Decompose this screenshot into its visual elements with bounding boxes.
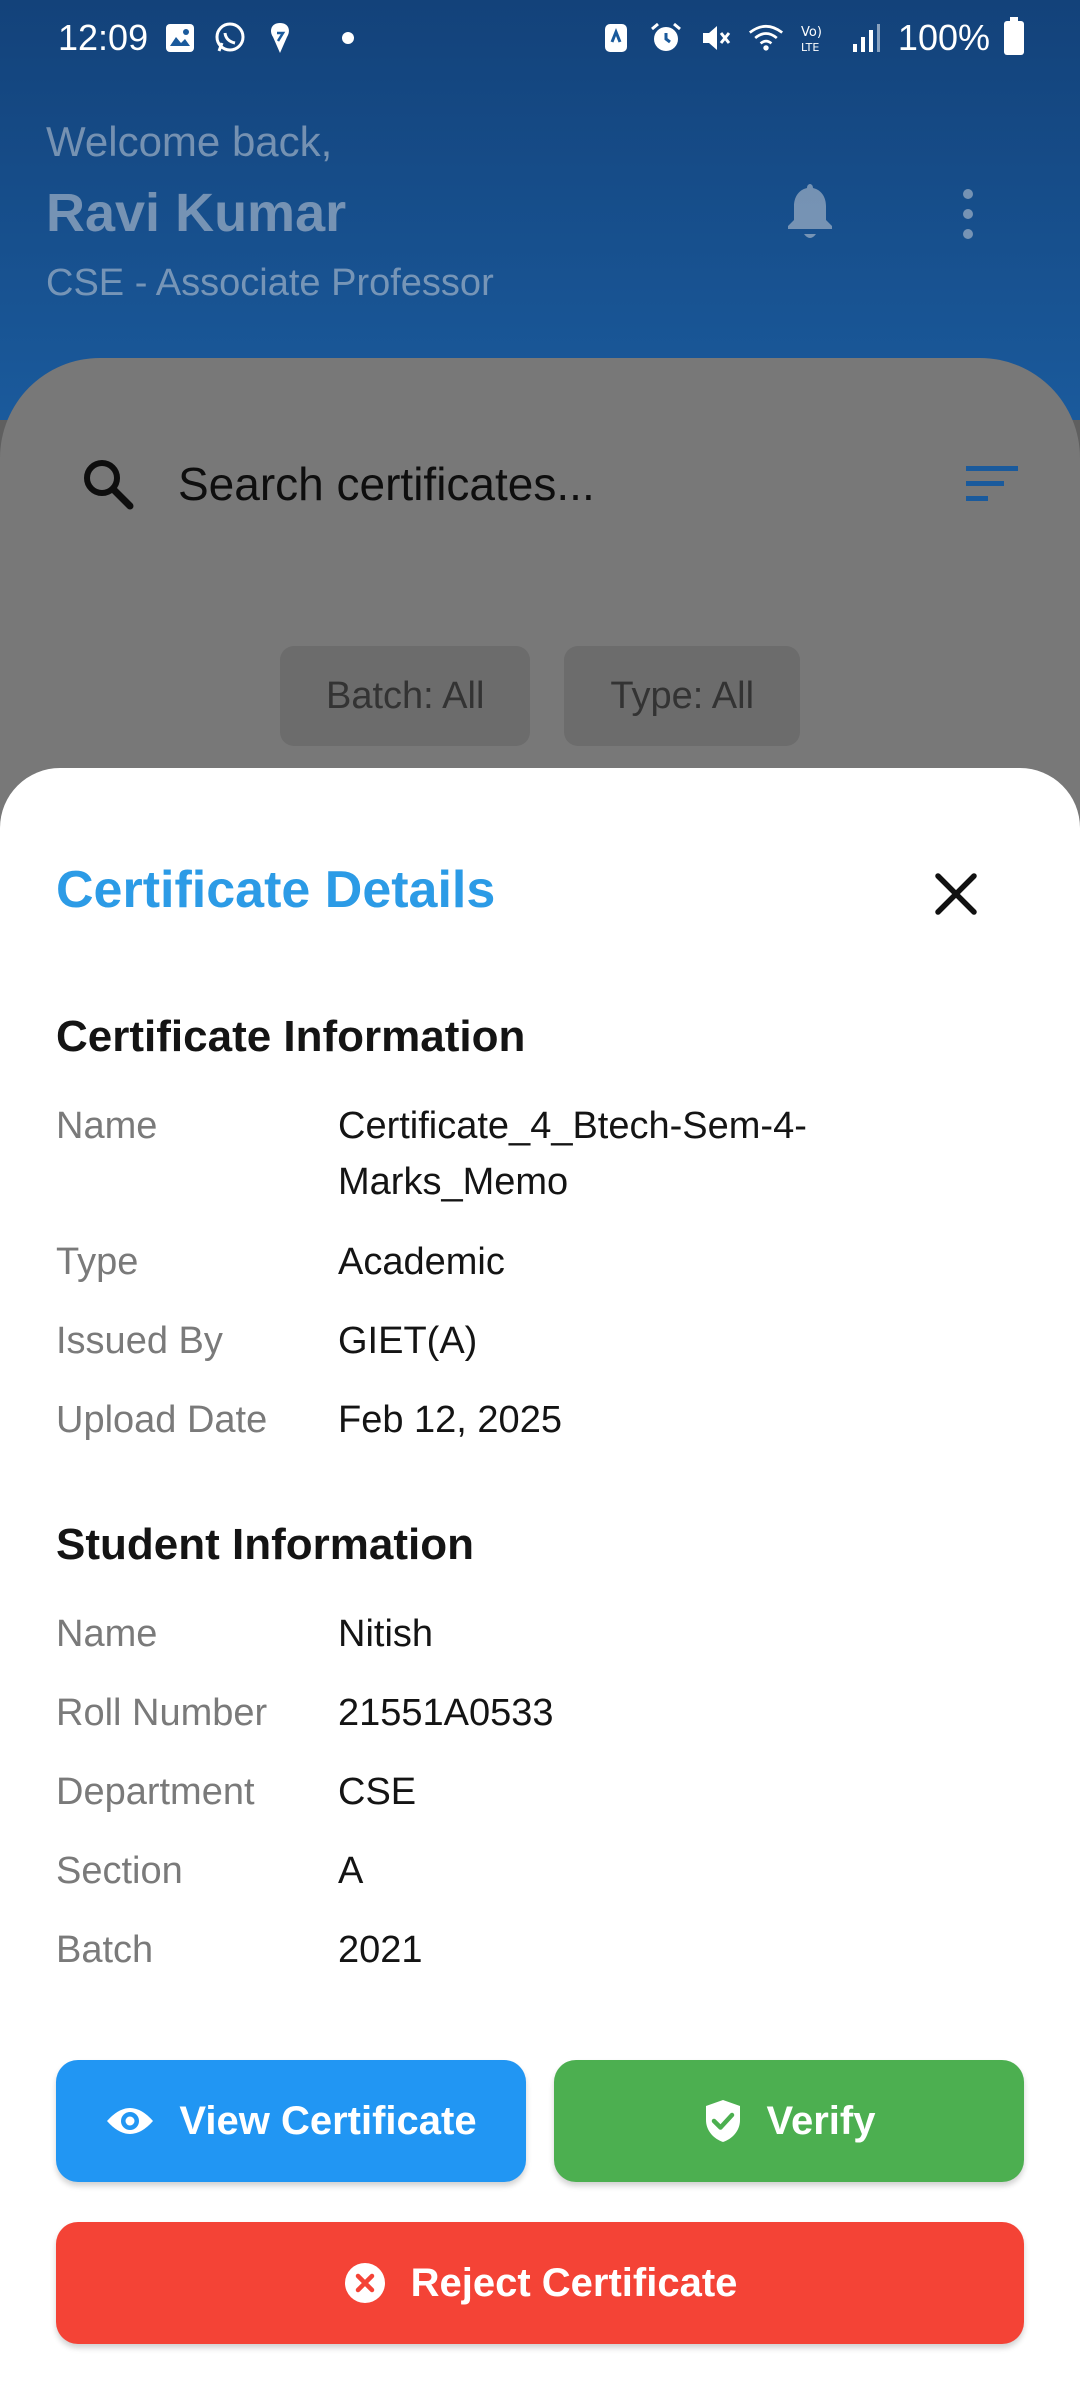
info-value: Academic: [338, 1241, 505, 1283]
whatsapp-icon: [212, 20, 248, 56]
info-value: 2021: [338, 1929, 423, 1971]
search-bar: [80, 444, 1020, 524]
info-label: Section: [56, 1850, 183, 1892]
batch-filter-chip[interactable]: Batch: All: [279, 646, 531, 746]
student-department-row: Department CSE: [56, 1764, 1036, 1820]
wifi-icon: [748, 20, 784, 56]
eye-icon: [105, 2103, 155, 2139]
student-name-row: Name Nitish: [56, 1606, 1036, 1662]
app-icon: [262, 20, 298, 56]
filter-list-icon[interactable]: [964, 462, 1020, 506]
dot-icon: [342, 32, 355, 44]
certificate-info-title: Certificate Information: [56, 1012, 526, 1061]
info-value: CSE: [338, 1771, 417, 1813]
view-certificate-label: View Certificate: [179, 2098, 477, 2143]
info-value: A: [338, 1850, 364, 1892]
reject-certificate-button[interactable]: Reject Certificate: [56, 2222, 1024, 2344]
battery-icon: [1004, 17, 1024, 55]
info-value: 21551A0533: [338, 1692, 554, 1734]
svg-text:LTE: LTE: [801, 41, 819, 54]
signal-icon: [848, 20, 884, 56]
status-time: 12:09: [58, 17, 149, 58]
gallery-icon: [162, 20, 198, 56]
verified-shield-icon: [703, 2098, 743, 2144]
cert-upload-date-row: Upload Date Feb 12, 2025: [56, 1392, 1036, 1448]
info-value: Feb 12, 2025: [338, 1399, 562, 1441]
cancel-icon: [343, 2261, 387, 2305]
info-label: Batch: [56, 1929, 154, 1971]
verify-label: Verify: [766, 2098, 876, 2143]
status-right: Vo) LTE 100%: [598, 17, 1024, 59]
search-input[interactable]: [178, 457, 944, 511]
info-label: Issued By: [56, 1320, 223, 1362]
info-label: Department: [56, 1771, 255, 1813]
bell-icon[interactable]: [780, 180, 840, 244]
info-label: Roll Number: [56, 1692, 268, 1734]
info-label: Upload Date: [56, 1399, 268, 1441]
filter-chips: Batch: All Type: All: [0, 646, 1080, 746]
student-section-row: Section A: [56, 1843, 1036, 1899]
view-certificate-button[interactable]: View Certificate: [56, 2060, 526, 2182]
cert-type-row: Type Academic: [56, 1234, 1036, 1290]
cert-name-row: Name Certificate_4_Btech-Sem-4-Marks_Mem…: [56, 1098, 1036, 1210]
cert-issued-by-row: Issued By GIET(A): [56, 1313, 1036, 1369]
user-role: CSE - Associate Professor: [46, 262, 494, 304]
more-vert-icon[interactable]: [950, 186, 986, 242]
status-left: 12:09: [58, 17, 355, 59]
student-batch-row: Batch 2021: [56, 1922, 1036, 1978]
info-value: Certificate_4_Btech-Sem-4-Marks_Memo: [338, 1105, 807, 1203]
info-label: Name: [56, 1613, 158, 1655]
reject-certificate-label: Reject Certificate: [410, 2260, 738, 2305]
volte-icon: Vo) LTE: [798, 20, 834, 56]
nfc-icon: [598, 20, 634, 56]
status-bar: 12:09 Vo) LTE 100%: [0, 0, 1080, 76]
mute-icon: [698, 20, 734, 56]
student-info-title: Student Information: [56, 1520, 474, 1569]
sheet-title: Certificate Details: [56, 861, 496, 919]
info-label: Name: [56, 1105, 158, 1147]
battery-percent: 100%: [897, 17, 990, 58]
alarm-icon: [648, 20, 684, 56]
certificate-details-sheet: Certificate Details Certificate Informat…: [0, 768, 1080, 2408]
info-label: Type: [56, 1241, 139, 1283]
close-icon[interactable]: [926, 864, 986, 924]
verify-button[interactable]: Verify: [554, 2060, 1024, 2182]
search-icon: [80, 456, 136, 512]
info-value: GIET(A): [338, 1320, 478, 1362]
welcome-text: Welcome back,: [46, 118, 333, 165]
info-value: Nitish: [338, 1613, 434, 1655]
student-roll-row: Roll Number 21551A0533: [56, 1685, 1036, 1741]
svg-text:Vo): Vo): [801, 25, 822, 40]
user-name: Ravi Kumar: [46, 183, 347, 243]
type-filter-chip[interactable]: Type: All: [564, 646, 801, 746]
